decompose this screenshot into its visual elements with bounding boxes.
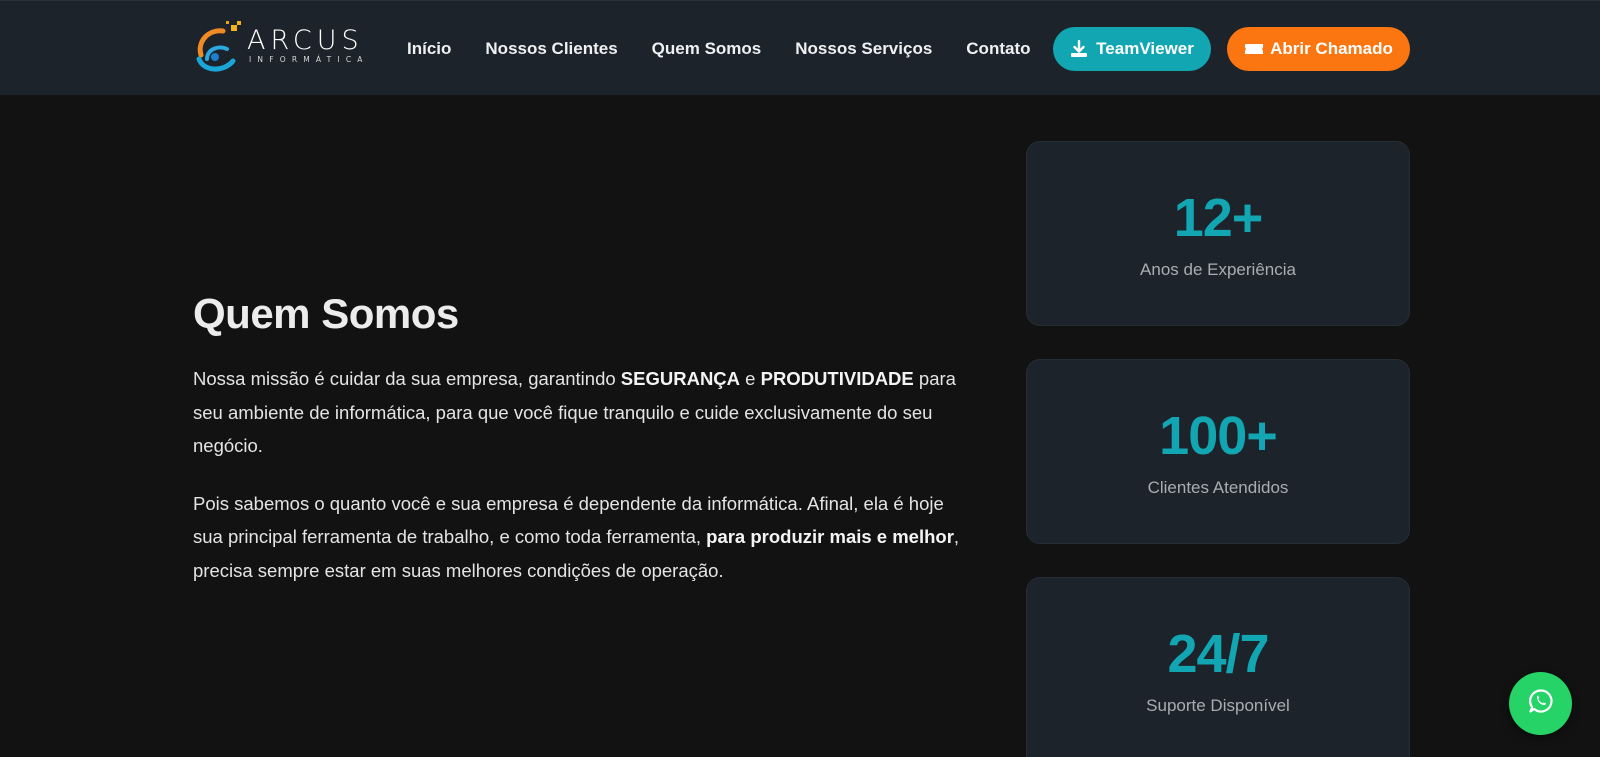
mission-text-1: Nossa missão é cuidar da sua empresa, ga… bbox=[193, 368, 621, 389]
mission-paragraph: Nossa missão é cuidar da sua empresa, ga… bbox=[193, 362, 963, 463]
nav-nossos-clientes[interactable]: Nossos Clientes bbox=[485, 39, 617, 59]
logo-subtitle: INFORMÁTICA bbox=[249, 55, 369, 64]
ticket-icon bbox=[1244, 40, 1264, 58]
teamviewer-button[interactable]: TeamViewer bbox=[1053, 27, 1211, 71]
stat-card-suporte: 24/7 Suporte Disponível bbox=[1026, 577, 1410, 757]
download-icon bbox=[1070, 39, 1088, 58]
arcus-logo-icon bbox=[193, 19, 243, 73]
stat-label: Anos de Experiência bbox=[1140, 260, 1296, 279]
logo[interactable]: ARCUS INFORMÁTICA bbox=[193, 19, 389, 73]
mission-text-2: e bbox=[740, 368, 761, 389]
stat-label: Suporte Disponível bbox=[1146, 696, 1290, 715]
logo-name: ARCUS bbox=[247, 25, 364, 56]
abrir-chamado-label: Abrir Chamado bbox=[1270, 39, 1393, 58]
nav-nossos-servicos[interactable]: Nossos Serviços bbox=[795, 39, 932, 59]
whatsapp-icon bbox=[1528, 688, 1554, 719]
dependency-paragraph: Pois sabemos o quanto você e sua empresa… bbox=[193, 487, 963, 588]
stat-label: Clientes Atendidos bbox=[1147, 478, 1289, 497]
nav-contato[interactable]: Contato bbox=[966, 39, 1030, 59]
section-title: Quem Somos bbox=[193, 290, 459, 337]
whatsapp-button[interactable] bbox=[1509, 672, 1572, 735]
abrir-chamado-button[interactable]: Abrir Chamado bbox=[1227, 27, 1410, 71]
nav-inicio[interactable]: Início bbox=[407, 39, 451, 59]
stat-value: 24/7 bbox=[1167, 624, 1269, 684]
stat-card-clientes: 100+ Clientes Atendidos bbox=[1026, 359, 1410, 544]
stat-card-experiencia: 12+ Anos de Experiência bbox=[1026, 141, 1410, 326]
teamviewer-label: TeamViewer bbox=[1096, 39, 1194, 58]
quem-somos-section: Quem Somos Nossa missão é cuidar da sua … bbox=[193, 290, 963, 611]
stat-value: 12+ bbox=[1173, 188, 1264, 248]
site-header: ARCUS INFORMÁTICA Início Nossos Clientes… bbox=[0, 0, 1600, 95]
mission-bold-produtividade: PRODUTIVIDADE bbox=[760, 368, 914, 389]
stat-value: 100+ bbox=[1159, 406, 1278, 466]
nav-quem-somos[interactable]: Quem Somos bbox=[652, 39, 762, 59]
dependency-bold: para produzir mais e melhor bbox=[706, 526, 954, 547]
main-nav: Início Nossos Clientes Quem Somos Nossos… bbox=[407, 1, 1065, 96]
mission-bold-seguranca: SEGURANÇA bbox=[620, 368, 741, 389]
